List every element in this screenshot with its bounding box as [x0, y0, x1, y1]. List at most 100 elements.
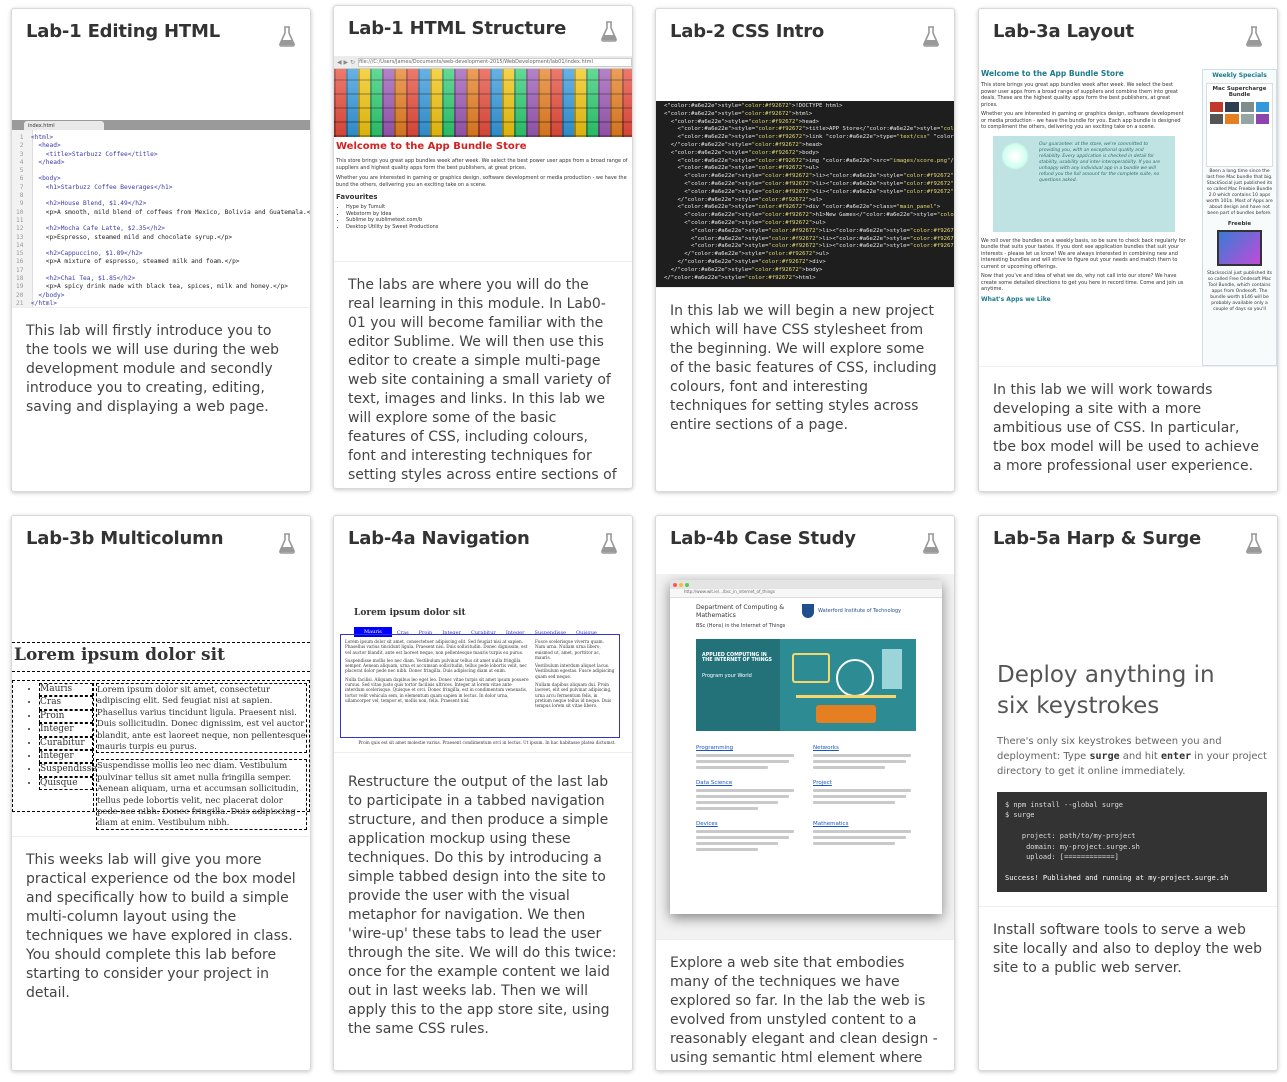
card-title[interactable]: Lab-3b Multicolumn	[26, 528, 224, 549]
lab-card-3[interactable]: Lab-2 CSS Intro <"color:#a6e22e">style="…	[655, 8, 955, 492]
section-link[interactable]: Networks	[813, 745, 916, 751]
section-link[interactable]: Mathematics	[813, 821, 916, 827]
code-line: <"color:#a6e22e">style="color:#f92672">b…	[664, 149, 819, 156]
card-title[interactable]: Lab-3a Layout	[993, 21, 1134, 42]
lab-thumbnail-layout: Welcome to the App Bundle Store This sto…	[979, 67, 1277, 366]
code-line: <"color:#a6e22e">style="color:#f92672">h…	[664, 118, 819, 125]
nav-item[interactable]: Curabitur	[39, 736, 93, 751]
page-footer: Proin quis est sit amet molestie varius.…	[358, 740, 616, 745]
hero-title: APPLIED COMPUTING IN THE INTERNET OF THI…	[702, 653, 773, 663]
card-header: Lab-3a Layout	[979, 9, 1277, 67]
card-title[interactable]: Lab-4a Navigation	[348, 528, 530, 549]
lab-thumbnail-surge: Deploy anything in six keystrokes There'…	[979, 574, 1277, 906]
page-paragraph: This store brings you great app bundles …	[981, 82, 1178, 108]
card-title[interactable]: Lab-5a Harp & Surge	[993, 528, 1201, 549]
nav-item[interactable]: Mauris	[39, 683, 93, 697]
surge-headline: Deploy anything in six keystrokes	[997, 662, 1215, 719]
code-line: <"color:#a6e22e">style="color:#f92672">t…	[664, 126, 954, 133]
sidebar-text: Been a long time since the last free Mac…	[1206, 169, 1273, 216]
code-line: <"color:#a6e22e">style="color:#f92672">l…	[664, 134, 954, 141]
lab-thumbnail-appstore: ◀ ▶ ↻ file:///C:/Users/James/Documents/w…	[334, 56, 632, 261]
code-line: 3 <title>Starbuzz Coffee</title>	[16, 150, 158, 158]
lab-card-2[interactable]: Lab-1 HTML Structure ◀ ▶ ↻ file:///C:/Us…	[333, 5, 633, 489]
page-heading: Lorem ipsum dolor sit	[12, 642, 310, 672]
page-paragraph: Suspendisse mollis leo nec diam. Vestibu…	[345, 657, 527, 674]
code-line: <"color:#a6e22e">style="color:#f92672">l…	[664, 235, 954, 242]
lab-card-1[interactable]: Lab-1 Editing HTML index.html 1 <html> 2…	[11, 8, 311, 492]
terminal-line: Success! Published and running at my-pro…	[1005, 873, 1229, 882]
code-line: 10 <p>A smooth, mild blend of coffees fr…	[16, 208, 310, 216]
card-header: Lab-3b Multicolumn	[12, 516, 310, 574]
page-heading: Welcome to the App Bundle Store	[336, 141, 527, 152]
bundle-name: Mac Supercharge Bundle	[1212, 86, 1267, 98]
code-line: </"color:#a6e22e">style="color:#f92672">…	[664, 196, 823, 203]
page-paragraph: Whether you are interested in gaming or …	[981, 111, 1184, 130]
nav-item[interactable]: Integer	[39, 723, 93, 737]
lab-thumbnail-dark-code: <"color:#a6e22e">style="color:#f92672">!…	[656, 67, 954, 287]
card-title[interactable]: Lab-4b Case Study	[670, 528, 856, 549]
bundle-name: Freebie	[1227, 221, 1252, 227]
code-line: </"color:#a6e22e">style="color:#f92672">…	[664, 274, 816, 281]
flask-icon	[279, 533, 295, 554]
lab-card-6[interactable]: Lab-4a Navigation Lorem ipsum dolor sit …	[333, 515, 633, 1071]
section-link[interactable]: Project	[813, 780, 916, 786]
code-line: <"color:#a6e22e">style="color:#f92672">h…	[664, 110, 813, 117]
lab-thumbnail-case-study: http://www.wit.ie/.../bsc_in_internet_of…	[656, 574, 954, 939]
code-line: <"color:#a6e22e">style="color:#f92672">!…	[664, 103, 843, 109]
code-line: </"color:#a6e22e">style="color:#f92672">…	[664, 251, 830, 258]
lab-card-7[interactable]: Lab-4b Case Study http://www.wit.ie/.../…	[655, 515, 955, 1071]
code-line: 4 </head>	[16, 158, 65, 166]
section-link[interactable]: Data Science	[696, 780, 799, 786]
page-paragraph: Nulla facilisi. Aliquam dapibus leo eget…	[345, 676, 529, 703]
page-paragraph: Lorem ipsum dolor sit amet, consectetuer…	[345, 639, 528, 655]
lab-thumbnail-multicolumn: Lorem ipsum dolor sit MaurisCrasProinInt…	[12, 574, 310, 836]
lab-card-8[interactable]: Lab-5a Harp & Surge Deploy anything in s…	[978, 515, 1278, 1071]
sidebar-title: Weekly Specials	[1212, 72, 1267, 79]
nav-item[interactable]: Proin	[39, 709, 93, 724]
card-header: Lab-1 HTML Structure	[334, 6, 632, 56]
code-line: 7 <h1>Starbuzz Coffee Beverages</h1>	[16, 183, 173, 191]
card-title[interactable]: Lab-1 HTML Structure	[348, 18, 566, 39]
page-paragraph: Whether you are interested in gaming or …	[336, 175, 627, 188]
nav-item[interactable]: Integer	[39, 750, 93, 764]
app-icons-banner	[334, 69, 632, 137]
browser-url: http://www.wit.ie/.../bsc_in_internet_of…	[670, 589, 942, 598]
flask-icon	[601, 21, 617, 42]
card-description: Explore a web site that embodies many of…	[656, 939, 954, 1070]
terminal-line: $ surge	[1005, 811, 1035, 820]
code-line: 14	[16, 241, 31, 249]
code-line: 9 <h2>House Blend, $1.49</h2>	[16, 200, 147, 208]
code-line: 5	[16, 167, 31, 175]
code-line: <"color:#a6e22e">style="color:#f92672">l…	[664, 173, 954, 180]
code-line: <"color:#a6e22e">style="color:#f92672">u…	[664, 219, 826, 226]
code-line: 1 <html>	[16, 134, 54, 141]
lab-card-4[interactable]: Lab-3a Layout Welcome to the App Bundle …	[978, 8, 1278, 492]
nav-item[interactable]: Cras	[39, 696, 93, 710]
flask-icon	[1246, 26, 1262, 47]
lab-thumbnail-navigation: Lorem ipsum dolor sit Mauris Cras Proin Int…	[334, 574, 632, 752]
card-description: Install software tools to serve a web si…	[979, 906, 1277, 988]
card-header: Lab-5a Harp & Surge	[979, 516, 1277, 574]
code-line: <"color:#a6e22e">style="color:#f92672">h…	[664, 212, 954, 219]
card-title[interactable]: Lab-1 Editing HTML	[26, 21, 220, 42]
nav-item[interactable]: Suspendisse	[39, 763, 97, 777]
card-header: Lab-4b Case Study	[656, 516, 954, 574]
page-paragraph: We roll over the bundles on a weekly bas…	[981, 237, 1186, 270]
page-paragraph: Now that you've and idea of what we do, …	[981, 273, 1184, 292]
lab-card-5[interactable]: Lab-3b Multicolumn Lorem ipsum dolor sit…	[11, 515, 311, 1071]
code-line: 18 <h2>Chai Tea, $1.85</h2>	[16, 275, 136, 283]
page-heading: Lorem ipsum dolor sit	[354, 608, 466, 618]
code-line: </"color:#a6e22e">style="color:#f92672">…	[664, 266, 823, 273]
section-link[interactable]: Devices	[696, 821, 799, 827]
section-heading: What's Apps we Like	[981, 295, 1051, 303]
card-description: Restructure the output of the last lab t…	[334, 752, 632, 1049]
code-line: 2 <head>	[16, 142, 61, 150]
page-paragraph: This store brings you great app bundles …	[336, 158, 628, 171]
flask-icon	[279, 26, 295, 47]
section-link[interactable]: Programming	[696, 745, 799, 751]
institute-name: Waterford Institute of Technology	[818, 608, 902, 614]
card-title[interactable]: Lab-2 CSS Intro	[670, 21, 824, 42]
nav-item[interactable]: Quisque	[39, 776, 93, 791]
terminal-window: $ npm install --global surge $ surge proj…	[997, 792, 1267, 892]
column-text: Lorem ipsum dolor sit amet, consectetur …	[96, 683, 307, 754]
